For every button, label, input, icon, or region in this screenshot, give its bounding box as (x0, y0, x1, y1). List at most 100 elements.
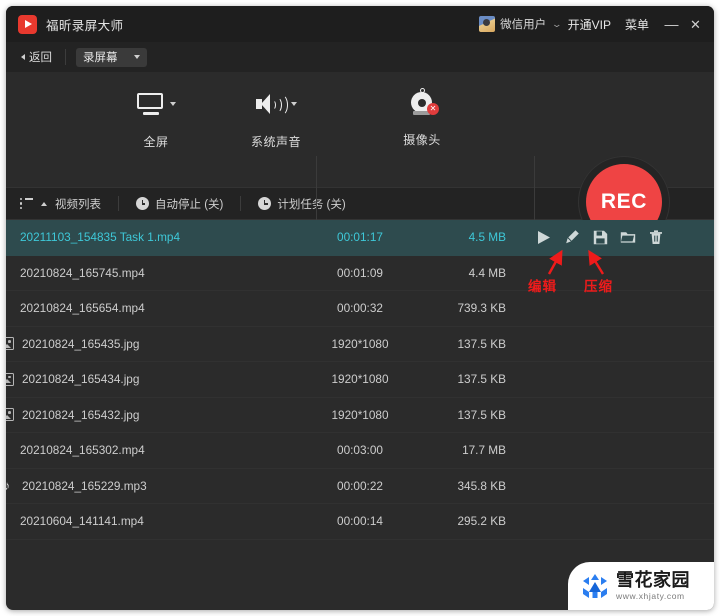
folder-button[interactable] (614, 225, 642, 249)
file-name-label: 20211103_154835 Task 1.mp4 (20, 230, 181, 245)
file-duration-label: 1920*1080 (331, 407, 389, 422)
panel-divider-2 (534, 156, 535, 226)
mode-button-system-sound[interactable]: 系统声音 (228, 86, 324, 150)
table-row[interactable]: 20210824_165745.mp4 00:01:09 4.4 MB (6, 256, 714, 291)
watermark: 雪花家园 www.xhjaty.com (568, 562, 714, 610)
file-name-cell: ♪ 20210824_165229.mp3 (6, 479, 300, 493)
mode-label-camera: 摄像头 (403, 133, 441, 147)
mode-icon-row (136, 86, 176, 122)
file-size-label: 4.4 MB (468, 265, 506, 280)
file-duration-label: 1920*1080 (331, 336, 389, 351)
sub-toolbar-divider (240, 196, 242, 211)
table-row[interactable]: 20210824_165432.jpg 1920*1080 137.5 KB (6, 398, 714, 433)
app-logo-icon (18, 14, 37, 34)
file-name-cell: 20210824_165302.mp4 (20, 443, 300, 457)
avatar (479, 16, 496, 32)
trash-button[interactable] (642, 225, 670, 249)
mode-label-fullscreen: 全屏 (143, 135, 169, 149)
video-list-label: 视频列表 (55, 198, 101, 211)
user-account-button[interactable]: 微信用户 (479, 16, 546, 32)
file-name-cell: 20210824_165745.mp4 (20, 266, 300, 280)
file-name-label: 20210604_141141.mp4 (20, 514, 144, 529)
toolbar-divider (65, 49, 66, 65)
back-button[interactable]: 返回 (18, 47, 55, 67)
file-duration-label: 00:03:00 (337, 443, 383, 458)
menu-button[interactable]: 菜单 (625, 16, 649, 33)
chevron-down-icon[interactable] (169, 102, 176, 106)
file-size-label: 739.3 KB (457, 301, 506, 316)
file-duration-label: 00:01:09 (337, 265, 383, 280)
folder-icon (620, 230, 636, 244)
table-row[interactable]: 20210824_165654.mp4 00:00:32 739.3 KB (6, 291, 714, 327)
image-icon (6, 372, 14, 386)
file-name-label: 20210824_165654.mp4 (20, 301, 145, 316)
file-name-cell: 20210824_165435.jpg (6, 336, 300, 351)
file-size-label: 295.2 KB (457, 514, 506, 529)
monitor-icon (136, 93, 165, 115)
webcam-icon: ✕ (408, 88, 439, 115)
app-window: 福昕录屏大师 微信用户 ⌄ 开通VIP 菜单 — ✕ 返回 录屏幕 全屏 系统声… (6, 6, 714, 610)
back-arrow-icon (21, 54, 25, 60)
file-size-label: 137.5 KB (457, 336, 506, 351)
play-icon (537, 230, 551, 245)
image-icon (6, 408, 14, 422)
speaker-icon (255, 93, 288, 116)
file-duration-label: 00:00:32 (337, 301, 383, 316)
user-name-label: 微信用户 (500, 19, 547, 31)
scheduled-task-button[interactable]: 计划任务 (关) (258, 196, 346, 212)
row-actions (530, 225, 670, 249)
mode-button-camera[interactable]: ✕ 摄像头 (374, 84, 470, 148)
panel-divider-1 (316, 156, 317, 226)
file-name-label: 20210824_165302.mp4 (20, 443, 145, 458)
file-name-cell: 20211103_154835 Task 1.mp4 (20, 230, 300, 244)
file-duration-label: 00:00:14 (337, 514, 383, 529)
compress-save-button[interactable] (586, 225, 614, 249)
file-list[interactable]: 20211103_154835 Task 1.mp4 00:01:17 4.5 MB… (6, 220, 714, 577)
capture-panel: 全屏 系统声音 ✕ 摄像头 REC (6, 72, 714, 248)
record-mode-select[interactable]: 录屏幕 (76, 47, 147, 67)
music-icon: ♪ (6, 478, 11, 494)
camera-disabled-badge-icon: ✕ (427, 103, 439, 115)
table-row[interactable]: 20210824_165435.jpg 1920*1080 137.5 KB (6, 327, 714, 362)
table-row[interactable]: 20210824_165434.jpg 1920*1080 137.5 KB (6, 362, 714, 398)
trash-icon (649, 230, 663, 245)
mode-button-fullscreen[interactable]: 全屏 (108, 86, 204, 150)
file-duration-label: 00:01:17 (337, 230, 383, 245)
chevron-down-icon (133, 55, 140, 59)
auto-stop-button[interactable]: 自动停止 (关) (136, 196, 223, 212)
clock-icon (258, 197, 272, 210)
table-row[interactable]: 20210824_165302.mp4 00:03:00 17.7 MB (6, 433, 714, 469)
file-size-label: 17.7 MB (462, 443, 506, 458)
chevron-down-icon[interactable]: ⌄ (551, 19, 562, 30)
file-size-label: 4.5 MB (468, 230, 506, 245)
sub-toolbar-divider (118, 196, 119, 211)
mode-icon-row: ✕ (408, 84, 439, 120)
file-name-label: 20210824_165432.jpg (22, 407, 140, 422)
open-vip-button[interactable]: 开通VIP (568, 16, 611, 33)
table-row[interactable]: 20210604_141141.mp4 00:00:14 295.2 KB (6, 504, 714, 540)
mode-label-system-sound: 系统声音 (250, 135, 301, 149)
edit-brush-icon (564, 229, 580, 245)
file-size-label: 137.5 KB (457, 372, 506, 387)
file-name-label: 20210824_165435.jpg (22, 336, 140, 351)
chevron-up-icon (41, 201, 47, 206)
edit-brush-button[interactable] (558, 225, 586, 249)
clock-icon (136, 197, 149, 210)
compress-save-icon (593, 230, 608, 245)
top-toolbar: 返回 录屏幕 (6, 42, 714, 72)
chevron-down-icon[interactable] (290, 102, 297, 106)
video-list-button[interactable]: 视频列表 (20, 196, 101, 212)
play-button[interactable] (530, 225, 558, 249)
close-button[interactable]: ✕ (687, 18, 704, 31)
file-duration-label: 1920*1080 (331, 372, 389, 387)
list-icon (20, 197, 33, 210)
auto-stop-label: 自动停止 (关) (155, 198, 224, 211)
watermark-url: www.xhjaty.com (616, 591, 685, 602)
table-row[interactable]: ♪ 20210824_165229.mp3 00:00:22 345.8 KB (6, 469, 714, 504)
watermark-brand: 雪花家园 (616, 570, 690, 591)
file-name-cell: 20210604_141141.mp4 (20, 514, 300, 528)
file-duration-label: 00:00:22 (337, 478, 383, 493)
table-row[interactable]: 20211103_154835 Task 1.mp4 00:01:17 4.5 MB (6, 220, 714, 256)
app-title: 福昕录屏大师 (46, 18, 124, 33)
minimize-button[interactable]: — (663, 17, 680, 31)
